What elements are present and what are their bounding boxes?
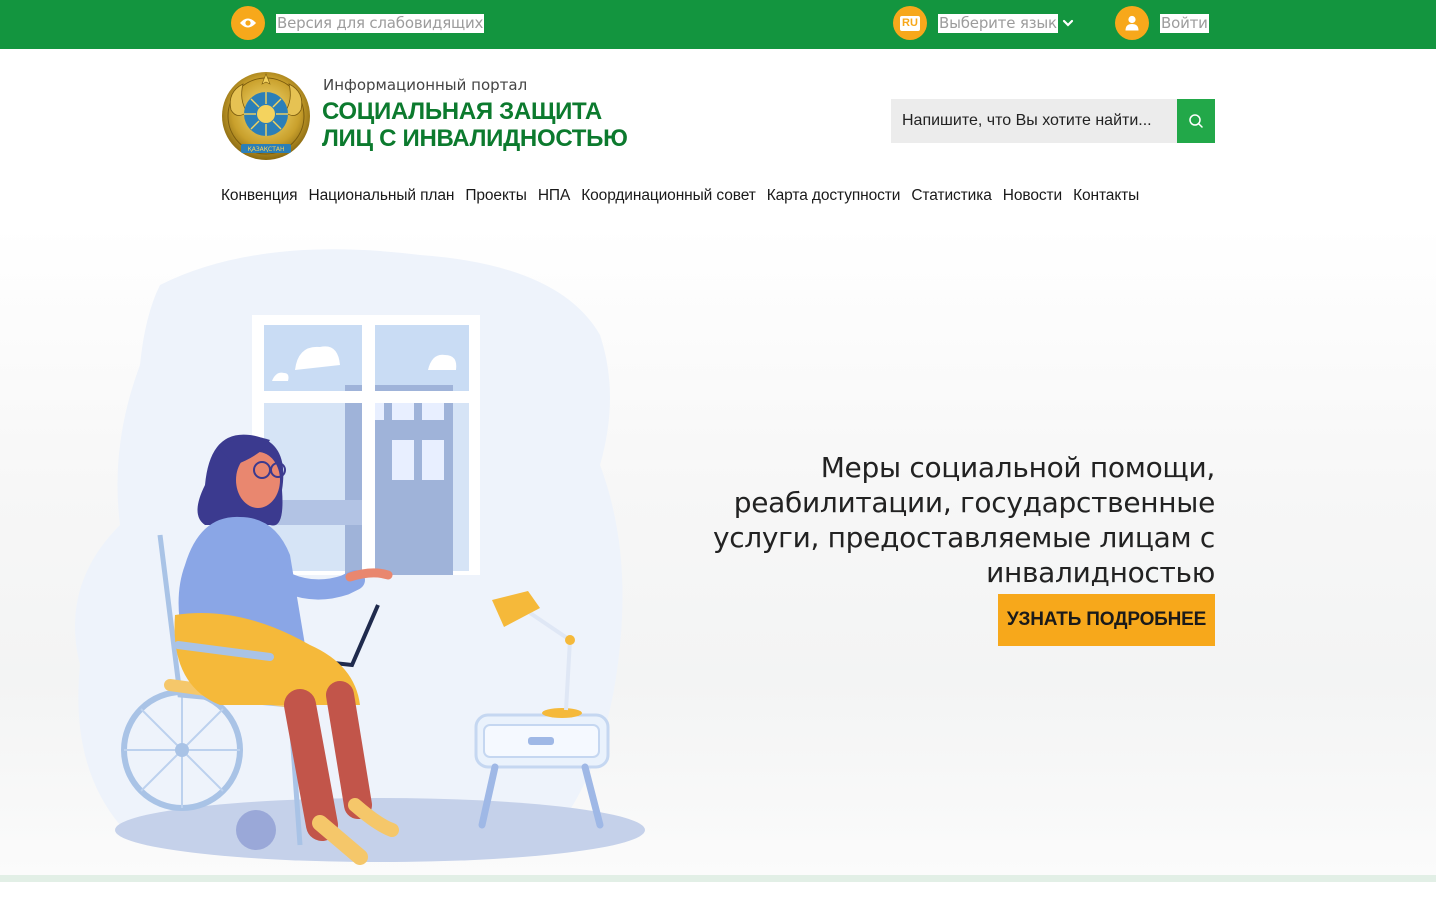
main-nav: Конвенция Национальный план Проекты НПА … bbox=[221, 187, 1139, 205]
hero-headline: Меры социальной помощи, реабилитации, го… bbox=[712, 451, 1215, 589]
nav-item-accessibility-map[interactable]: Карта доступности bbox=[767, 187, 901, 205]
low-vision-link[interactable]: Версия для слабовидящих bbox=[276, 14, 485, 33]
login-link[interactable]: Войти bbox=[1160, 14, 1209, 33]
nav-item-convention[interactable]: Конвенция bbox=[221, 187, 298, 205]
state-emblem-logo[interactable]: ҚАЗАҚСТАН bbox=[221, 70, 311, 163]
bottom-divider bbox=[0, 875, 1436, 882]
learn-more-button[interactable]: УЗНАТЬ ПОДРОБНЕЕ bbox=[998, 594, 1215, 646]
top-bar: Версия для слабовидящих RU Выберите язык… bbox=[0, 0, 1436, 49]
portal-subtitle: Информационный портал bbox=[323, 76, 528, 94]
site-title[interactable]: СОЦИАЛЬНАЯ ЗАЩИТА ЛИЦ С ИНВАЛИДНОСТЬЮ bbox=[322, 98, 628, 152]
nav-item-statistics[interactable]: Статистика bbox=[911, 187, 992, 205]
nav-item-projects[interactable]: Проекты bbox=[465, 187, 527, 205]
svg-text:ҚАЗАҚСТАН: ҚАЗАҚСТАН bbox=[247, 146, 284, 153]
hero-banner: Меры социальной помощи, реабилитации, го… bbox=[0, 225, 1436, 875]
eye-icon[interactable] bbox=[231, 6, 265, 40]
language-select[interactable]: Выберите язык bbox=[938, 14, 1058, 33]
nav-item-coordination-council[interactable]: Координационный совет bbox=[581, 187, 756, 205]
search-button[interactable] bbox=[1177, 99, 1215, 143]
site-title-line2: ЛИЦ С ИНВАЛИДНОСТЬЮ bbox=[322, 125, 628, 152]
language-icon[interactable]: RU bbox=[893, 6, 927, 40]
wheelchair-user-illustration bbox=[75, 249, 645, 865]
nav-item-contacts[interactable]: Контакты bbox=[1073, 187, 1139, 205]
site-title-line1: СОЦИАЛЬНАЯ ЗАЩИТА bbox=[322, 98, 602, 125]
nav-item-news[interactable]: Новости bbox=[1003, 187, 1062, 205]
user-icon[interactable] bbox=[1115, 6, 1149, 40]
search-form bbox=[891, 99, 1215, 143]
chevron-down-icon[interactable] bbox=[1061, 16, 1075, 30]
nav-item-national-plan[interactable]: Национальный план bbox=[308, 187, 454, 205]
search-input[interactable] bbox=[891, 99, 1177, 143]
search-icon bbox=[1189, 114, 1203, 128]
language-code: RU bbox=[900, 15, 920, 31]
nav-item-npa[interactable]: НПА bbox=[538, 187, 570, 205]
